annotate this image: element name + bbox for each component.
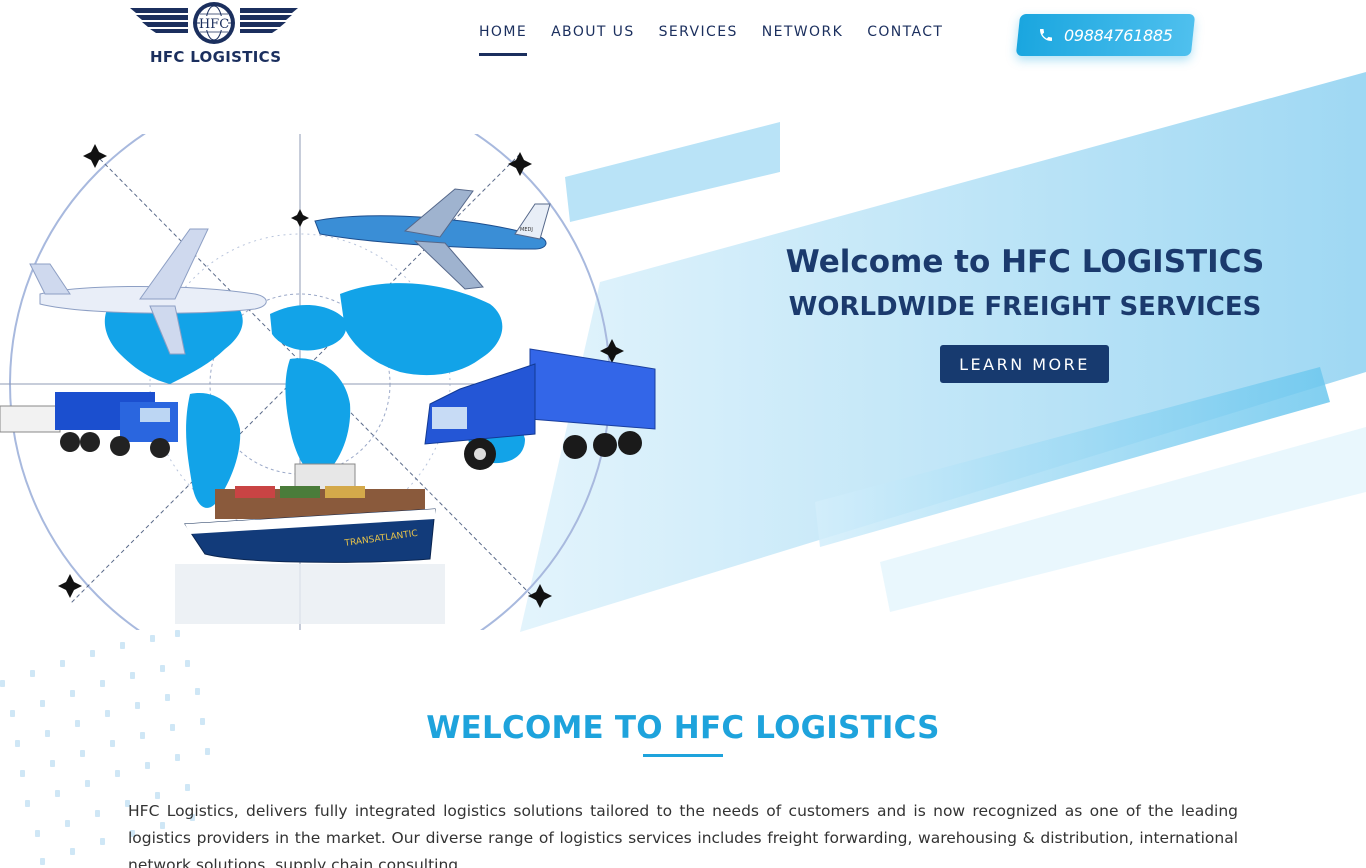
main-nav: HOME ABOUT US SERVICES NETWORK CONTACT	[479, 24, 967, 56]
logo-text: HFC LOGISTICS	[150, 48, 282, 66]
svg-text:MEDJ: MEDJ	[520, 227, 533, 233]
learn-more-button[interactable]: LEARN MORE	[940, 345, 1109, 383]
svg-text:HFC: HFC	[199, 17, 229, 32]
hero-title: Welcome to HFC LOGISTICS	[785, 244, 1265, 280]
nav-home[interactable]: HOME	[479, 24, 528, 56]
welcome-heading: WELCOME TO HFC LOGISTICS	[426, 710, 940, 746]
hero-subtitle: WORLDWIDE FREIGHT SERVICES	[788, 292, 1262, 322]
heading-underline	[643, 754, 723, 757]
nav-services[interactable]: SERVICES	[659, 24, 738, 56]
logo-emblem-icon: HFC	[130, 2, 298, 44]
phone-number: 09884761885	[1064, 25, 1173, 45]
nav-contact[interactable]: CONTACT	[867, 24, 943, 56]
nav-network[interactable]: NETWORK	[762, 24, 843, 56]
airplane-2: MEDJ	[314, 188, 551, 290]
nav-about-us[interactable]: ABOUT US	[551, 24, 635, 56]
hero-banner: MEDJ TRANSATLANTIC Welcome to HFC LOGIST…	[0, 72, 1366, 632]
site-header: HFC HFC LOGISTICS HOME ABOUT US SERVICES…	[0, 0, 1366, 72]
truck-left	[0, 392, 178, 458]
logistics-globe-illustration: MEDJ TRANSATLANTIC	[0, 134, 656, 630]
phone-button[interactable]: 09884761885	[1015, 14, 1196, 56]
welcome-paragraph: HFC Logistics, delivers fully integrated…	[128, 802, 1238, 868]
logo[interactable]: HFC HFC LOGISTICS	[128, 2, 300, 68]
phone-icon	[1040, 29, 1053, 41]
